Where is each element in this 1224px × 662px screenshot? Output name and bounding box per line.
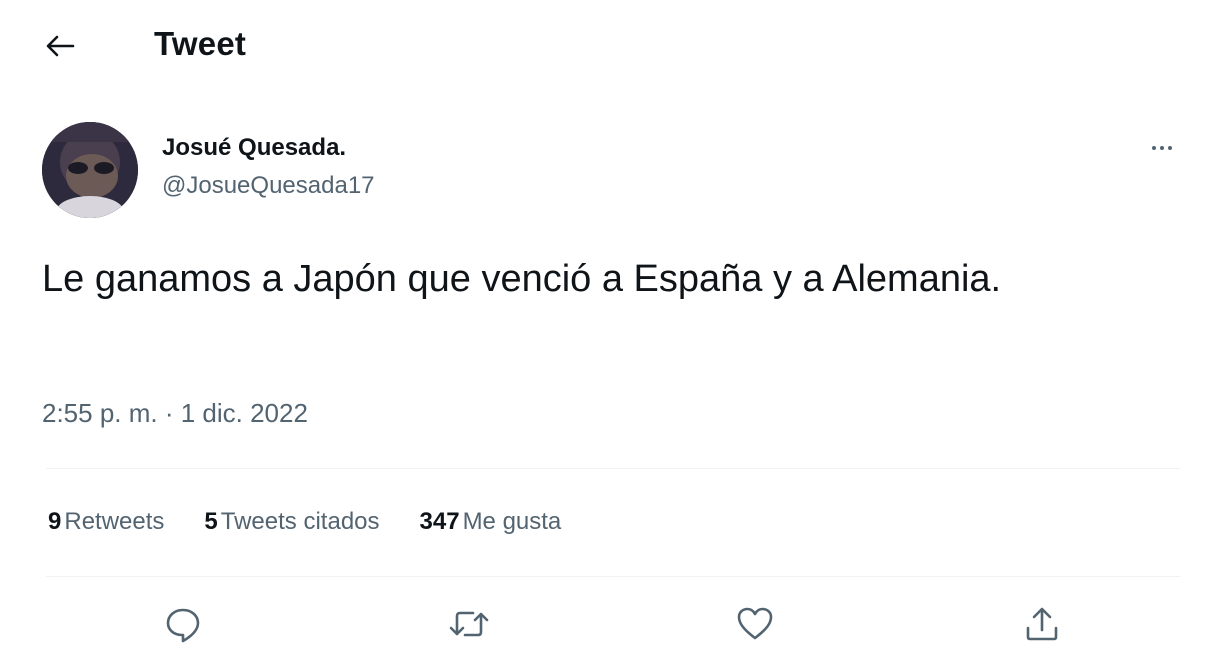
tweet-timestamp[interactable]: 2:55 p. m. · 1 dic. 2022 (42, 398, 308, 429)
share-button[interactable] (1018, 600, 1066, 648)
divider (46, 576, 1180, 577)
page-header: Tweet (0, 0, 1224, 90)
likes-label: Me gusta (462, 508, 562, 535)
back-button[interactable] (38, 24, 82, 68)
author-name[interactable]: Josué Quesada. (162, 134, 346, 162)
tweet-stats: 9 Retweets 5 Tweets citados 347 Me gusta (48, 508, 601, 536)
retweet-button[interactable] (445, 600, 493, 648)
quotes-stat[interactable]: 5 Tweets citados (204, 508, 379, 536)
likes-stat[interactable]: 347 Me gusta (420, 508, 562, 536)
more-dot-icon (1160, 146, 1164, 150)
retweets-count: 9 (48, 508, 62, 535)
author-handle[interactable]: @JosueQuesada17 (162, 172, 375, 200)
share-upload-icon (1026, 607, 1058, 641)
quotes-count: 5 (204, 508, 218, 535)
page-title: Tweet (154, 25, 247, 62)
arrow-left-icon (46, 35, 75, 57)
retweets-label: Retweets (64, 508, 165, 535)
reply-bubble-icon (166, 608, 200, 643)
reply-button[interactable] (159, 600, 207, 648)
like-button[interactable] (731, 600, 779, 648)
tweet-text: Le ganamos a Japón que venció a España y… (42, 258, 1002, 300)
divider (46, 468, 1180, 469)
more-dot-icon (1168, 146, 1172, 150)
more-dot-icon (1152, 146, 1156, 150)
quotes-label: Tweets citados (220, 508, 380, 535)
more-options-button[interactable] (1140, 126, 1184, 170)
retweets-stat[interactable]: 9 Retweets (48, 508, 164, 536)
likes-count: 347 (419, 508, 460, 535)
heart-icon (737, 607, 773, 640)
retweet-icon (449, 611, 489, 637)
avatar[interactable] (42, 122, 138, 218)
avatar-photo (42, 122, 138, 218)
